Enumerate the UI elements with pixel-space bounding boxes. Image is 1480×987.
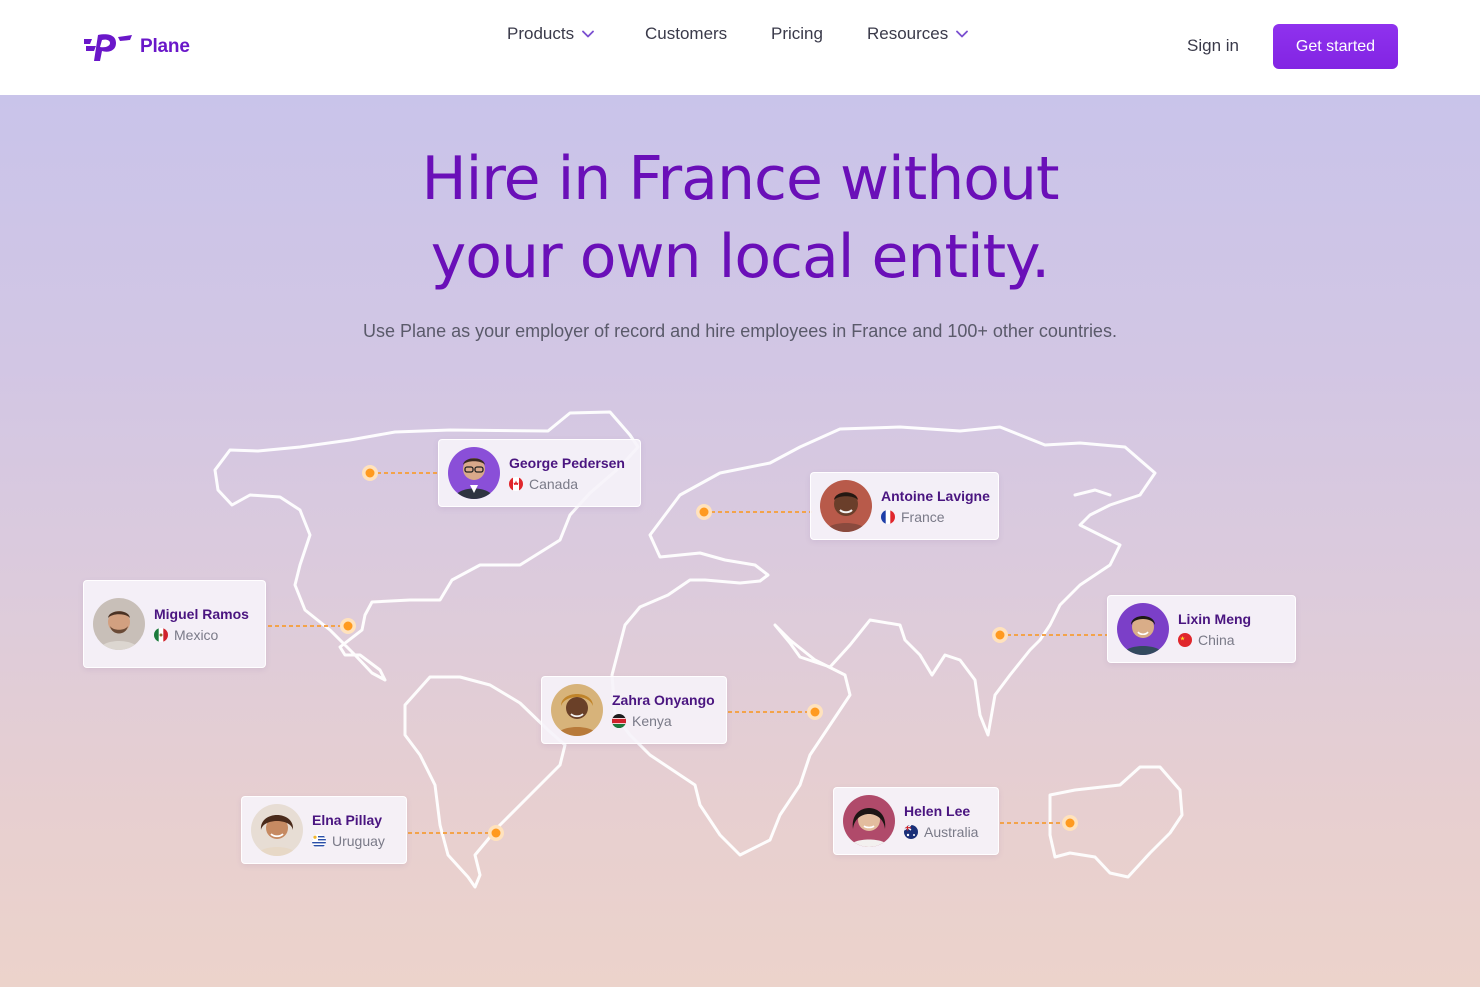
- employee-card: Helen Lee Australia: [833, 787, 999, 855]
- nav-pricing[interactable]: Pricing: [771, 24, 823, 44]
- kenya-flag-icon: [612, 713, 626, 728]
- employee-country: France: [881, 509, 990, 525]
- employee-card: Elna Pillay Uruguay: [241, 796, 407, 864]
- employee-name: Elna Pillay: [312, 811, 383, 828]
- nav-customers-label: Customers: [645, 24, 728, 43]
- employee-name: Lixin Meng: [1178, 610, 1252, 627]
- employee-country-label: Mexico: [174, 626, 219, 643]
- pin-icon: [992, 627, 1008, 643]
- logo-text: Plane: [140, 36, 190, 57]
- nav-resources-label: Resources: [867, 24, 949, 43]
- employee-country-label: Canada: [529, 475, 579, 492]
- employee-country: Uruguay: [312, 833, 385, 849]
- employee-card: Zahra Onyango Kenya: [541, 676, 727, 744]
- pin-icon: [807, 704, 823, 720]
- employee-name: Zahra Onyango: [612, 691, 715, 708]
- plane-logo-icon: [84, 34, 132, 61]
- chevron-down-icon: [582, 30, 594, 38]
- avatar: [551, 684, 603, 736]
- employee-name: Helen Lee: [904, 802, 971, 819]
- employee-country: Australia: [904, 824, 978, 840]
- get-started-button[interactable]: Get started: [1273, 24, 1398, 69]
- employee-name: George Pedersen: [509, 454, 625, 471]
- employee-country-label: Australia: [924, 823, 979, 840]
- employee-country: Mexico: [154, 627, 249, 643]
- avatar: [93, 598, 145, 650]
- pin-icon: [1062, 815, 1078, 831]
- sign-in-link[interactable]: Sign in: [1187, 36, 1239, 56]
- world-map-illustration: [213, 410, 1184, 889]
- pin-icon: [362, 465, 378, 481]
- mexico-flag-icon: [154, 627, 168, 642]
- employee-country: Kenya: [612, 713, 715, 729]
- nav-resources[interactable]: Resources: [867, 24, 969, 44]
- plane-logo[interactable]: Plane: [82, 30, 190, 64]
- china-flag-icon: [1178, 632, 1192, 647]
- nav-customers[interactable]: Customers: [645, 24, 727, 44]
- chevron-down-icon: [956, 30, 969, 38]
- pin-icon: [340, 618, 356, 634]
- avatar: [1117, 603, 1169, 655]
- employee-country-label: Uruguay: [332, 832, 385, 849]
- employee-country: Canada: [509, 476, 625, 492]
- avatar: [843, 795, 895, 847]
- employee-country-label: France: [901, 508, 945, 525]
- employee-card: Miguel Ramos Mexico: [83, 580, 266, 668]
- hero-section: Hire in France without your own local en…: [0, 95, 1480, 987]
- uruguay-flag-icon: [312, 833, 326, 848]
- pin-icon: [696, 504, 712, 520]
- avatar: [448, 447, 500, 499]
- nav-products[interactable]: Products: [507, 24, 594, 44]
- employee-country: China: [1178, 632, 1251, 648]
- employee-card: Lixin Meng China: [1107, 595, 1296, 663]
- avatar: [820, 480, 872, 532]
- nav-products-label: Products: [507, 24, 575, 43]
- site-header: Plane Products Customers Pricing Resourc…: [0, 0, 1480, 95]
- employee-country-label: Kenya: [632, 712, 672, 729]
- employee-country-label: China: [1198, 631, 1235, 648]
- employee-name: Miguel Ramos: [154, 605, 249, 622]
- canada-flag-icon: [509, 476, 523, 491]
- france-flag-icon: [881, 509, 895, 524]
- employee-card: George Pedersen Canada: [438, 439, 641, 507]
- employee-name: Antoine Lavigne: [881, 487, 990, 504]
- nav-pricing-label: Pricing: [771, 24, 823, 43]
- avatar: [251, 804, 303, 856]
- employee-card: Antoine Lavigne France: [810, 472, 999, 540]
- australia-flag-icon: [904, 824, 918, 839]
- pin-icon: [488, 825, 504, 841]
